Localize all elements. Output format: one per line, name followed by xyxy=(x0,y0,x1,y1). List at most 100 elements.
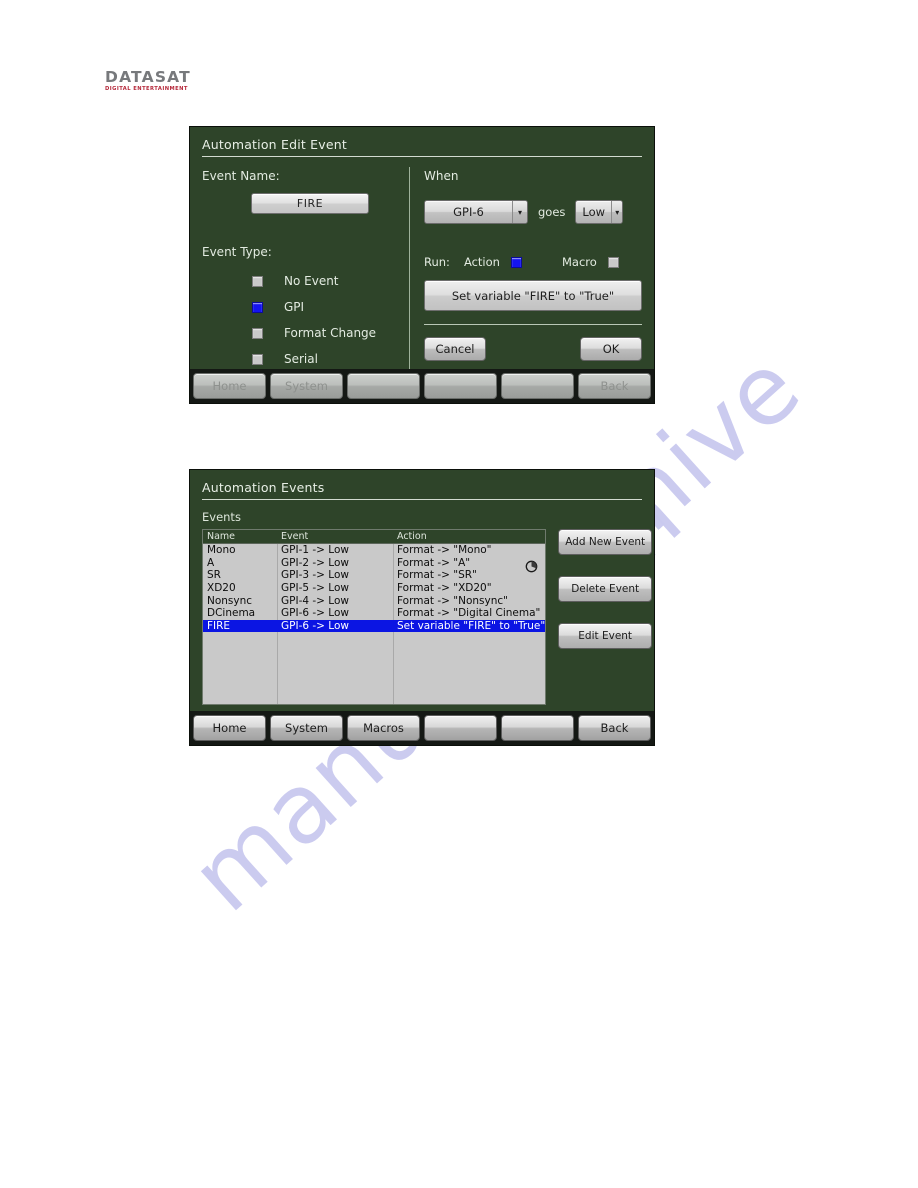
table-row[interactable]: XD20 GPI-5 -> Low Format -> "XD20" xyxy=(203,582,545,595)
events-panel-navbar: Home System Macros Back xyxy=(190,711,654,745)
nav-system-button: System xyxy=(270,373,343,399)
table-row[interactable]: Mono GPI-1 -> Low Format -> "Mono" xyxy=(203,544,545,557)
table-row[interactable]: DCinema GPI-6 -> Low Format -> "Digital … xyxy=(203,607,545,620)
cell-event: GPI-4 -> Low xyxy=(281,594,349,607)
trigger-source-select[interactable]: GPI-6 ▾ xyxy=(424,200,528,224)
cell-name: Nonsync xyxy=(207,594,253,607)
event-type-option-gpi[interactable]: GPI xyxy=(202,294,409,320)
add-new-event-button[interactable]: Add New Event xyxy=(558,529,653,555)
events-table[interactable]: Name Event Action Mono GPI-1 -> Low Form… xyxy=(202,529,547,705)
dialog-actions: Cancel OK xyxy=(424,337,642,361)
option-label: GPI xyxy=(284,300,305,314)
cell-event: GPI-3 -> Low xyxy=(281,569,349,582)
nav-home-button: Home xyxy=(193,373,266,399)
event-name-label: Event Name: xyxy=(202,169,280,183)
table-row[interactable]: A GPI-2 -> Low Format -> "A" xyxy=(203,557,545,570)
run-option-macro[interactable]: Macro xyxy=(562,255,619,269)
run-action-label: Action xyxy=(463,255,500,269)
goes-label: goes xyxy=(538,205,566,219)
run-mode-row: Run: Action Macro xyxy=(424,255,642,269)
nav-blank-button-3 xyxy=(501,373,574,399)
logo-wordmark: DATASAT xyxy=(105,68,191,86)
edit-event-button[interactable]: Edit Event xyxy=(558,623,653,649)
nav-back-button: Back xyxy=(578,373,651,399)
cell-name: A xyxy=(207,556,215,569)
radio-icon xyxy=(607,256,619,268)
trigger-level-value: Low xyxy=(582,205,606,219)
table-body: Mono GPI-1 -> Low Format -> "Mono" A GPI… xyxy=(203,544,546,704)
nav-blank-button-1[interactable] xyxy=(424,715,497,741)
nav-blank-button-1 xyxy=(347,373,420,399)
table-row[interactable]: SR GPI-3 -> Low Format -> "SR" xyxy=(203,569,545,582)
table-row[interactable]: Nonsync GPI-4 -> Low Format -> "Nonsync" xyxy=(203,594,545,607)
cell-action: Format -> "SR" xyxy=(397,569,477,582)
cell-event: GPI-1 -> Low xyxy=(281,544,349,557)
automation-events-panel: Automation Events Events Name Event Acti… xyxy=(189,469,655,746)
cell-action: Format -> "XD20" xyxy=(397,582,492,595)
radio-icon xyxy=(252,353,263,365)
trigger-level-select[interactable]: Low ▾ xyxy=(575,200,624,224)
automation-edit-event-panel: Automation Edit Event Event Name: FIRE E… xyxy=(189,126,655,404)
title-divider xyxy=(202,156,642,157)
cell-name: XD20 xyxy=(207,582,236,595)
cell-name: FIRE xyxy=(207,619,231,632)
cell-action: Format -> "Digital Cinema" xyxy=(397,607,541,620)
cell-action: Format -> "Mono" xyxy=(397,544,492,557)
option-label: Serial xyxy=(284,352,318,366)
radio-icon xyxy=(252,327,263,339)
radio-icon-selected xyxy=(252,301,263,313)
nav-system-button[interactable]: System xyxy=(270,715,343,741)
ok-button[interactable]: OK xyxy=(580,337,642,361)
cell-event: GPI-6 -> Low xyxy=(281,607,349,620)
edit-left-column: Event Name: FIRE Event Type: No Event GP… xyxy=(202,167,409,372)
logo-tagline: DIGITAL ENTERTAINMENT xyxy=(105,86,188,92)
cell-event: GPI-5 -> Low xyxy=(281,582,349,595)
cell-action: Format -> "Nonsync" xyxy=(397,594,508,607)
cell-event: GPI-2 -> Low xyxy=(281,556,349,569)
chevron-down-icon[interactable]: ▾ xyxy=(611,201,623,223)
action-value-button[interactable]: Set variable "FIRE" to "True" xyxy=(424,280,642,311)
nav-home-button[interactable]: Home xyxy=(193,715,266,741)
trigger-source-value: GPI-6 xyxy=(453,205,484,219)
column-header-name: Name xyxy=(207,531,236,542)
event-type-label: Event Type: xyxy=(202,245,272,259)
event-type-radio-group: No Event GPI Format Change Serial xyxy=(202,268,409,372)
edit-right-column: When GPI-6 ▾ goes Low ▾ Run: Action Macr… xyxy=(424,167,642,372)
event-type-option-no-event[interactable]: No Event xyxy=(202,268,409,294)
cell-name: DCinema xyxy=(207,607,256,620)
cell-action: Set variable "FIRE" to "True" xyxy=(397,619,546,632)
edit-panel-title: Automation Edit Event xyxy=(202,137,347,152)
cell-name: SR xyxy=(207,569,221,582)
chevron-down-icon[interactable]: ▾ xyxy=(512,201,527,223)
edit-panel-navbar: Home System Back xyxy=(190,369,654,403)
when-label: When xyxy=(424,169,459,183)
event-name-field[interactable]: FIRE xyxy=(251,193,369,214)
event-type-option-format-change[interactable]: Format Change xyxy=(202,320,409,346)
nav-blank-button-2[interactable] xyxy=(501,715,574,741)
table-header-row: Name Event Action xyxy=(203,530,546,544)
events-action-buttons: Add New Event Delete Event Edit Event xyxy=(546,529,653,705)
radio-icon-selected xyxy=(510,256,522,268)
nav-blank-button-2 xyxy=(424,373,497,399)
events-panel-title: Automation Events xyxy=(202,480,325,495)
option-label: No Event xyxy=(284,274,339,288)
actions-divider xyxy=(424,324,642,325)
nav-back-button[interactable]: Back xyxy=(578,715,651,741)
run-option-action[interactable]: Action xyxy=(464,255,522,269)
when-controls-row: GPI-6 ▾ goes Low ▾ xyxy=(424,200,642,224)
run-macro-label: Macro xyxy=(561,255,597,269)
events-section-label: Events xyxy=(202,510,241,524)
column-header-action: Action xyxy=(397,531,427,542)
option-label: Format Change xyxy=(284,326,377,340)
table-row-selected[interactable]: FIRE GPI-6 -> Low Set variable "FIRE" to… xyxy=(203,619,546,633)
cancel-button[interactable]: Cancel xyxy=(424,337,486,361)
busy-cursor-icon xyxy=(525,558,538,573)
datasat-logo: DATASAT DIGITAL ENTERTAINMENT xyxy=(105,68,197,94)
nav-macros-button[interactable]: Macros xyxy=(347,715,420,741)
cell-action: Format -> "A" xyxy=(397,556,471,569)
cell-name: Mono xyxy=(207,544,236,557)
run-label: Run: xyxy=(424,255,450,269)
delete-event-button[interactable]: Delete Event xyxy=(558,576,653,602)
radio-icon xyxy=(252,275,263,287)
cell-event: GPI-6 -> Low xyxy=(281,619,349,632)
